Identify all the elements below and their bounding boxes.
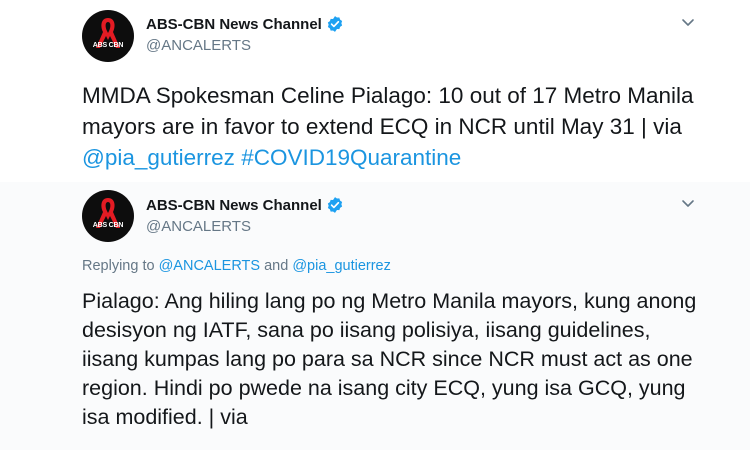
avatar[interactable]: ABS CBN	[82, 10, 134, 62]
verified-badge-icon	[327, 16, 342, 32]
display-name[interactable]: ABS-CBN News Channel	[146, 197, 322, 214]
replying-to-label: Replying to	[82, 258, 159, 274]
tweet-1[interactable]: ABS CBN ABS-CBN News Channel @ANCALERTS …	[0, 0, 750, 182]
hashtag-link[interactable]: #COVID19Quarantine	[241, 145, 461, 170]
author-name-row: ABS-CBN News Channel	[146, 196, 344, 214]
tweet-text: Pialago: Ang hiling lang po ng Metro Man…	[82, 289, 697, 429]
reply-mention-1[interactable]: @ANCALERTS	[159, 258, 260, 274]
author-name-row: ABS-CBN News Channel	[146, 15, 344, 33]
chevron-down-icon[interactable]	[680, 14, 696, 30]
handle[interactable]: @ANCALERTS	[146, 37, 251, 54]
display-name[interactable]: ABS-CBN News Channel	[146, 16, 322, 33]
handle[interactable]: @ANCALERTS	[146, 218, 251, 235]
abs-cbn-logo-icon	[96, 198, 120, 228]
tweet-2[interactable]: ABS CBN ABS-CBN News Channel @ANCALERTS …	[0, 182, 750, 450]
mention-link[interactable]: @pia_gutierrez	[82, 145, 235, 170]
tweet-text: MMDA Spokesman Celine Pialago: 10 out of…	[82, 80, 702, 173]
tweet-body-text: MMDA Spokesman Celine Pialago: 10 out of…	[82, 83, 694, 139]
chevron-down-icon[interactable]	[680, 195, 696, 211]
avatar-logo-text: ABS CBN	[92, 42, 124, 49]
avatar-logo-text: ABS CBN	[92, 222, 124, 229]
verified-badge-icon	[327, 197, 342, 213]
reply-mention-2[interactable]: @pia_gutierrez	[292, 258, 391, 274]
replying-to-joiner: and	[260, 258, 293, 274]
abs-cbn-logo-icon	[96, 18, 120, 48]
avatar[interactable]: ABS CBN	[82, 190, 134, 242]
replying-to: Replying to @ANCALERTS and @pia_gutierre…	[82, 258, 391, 274]
